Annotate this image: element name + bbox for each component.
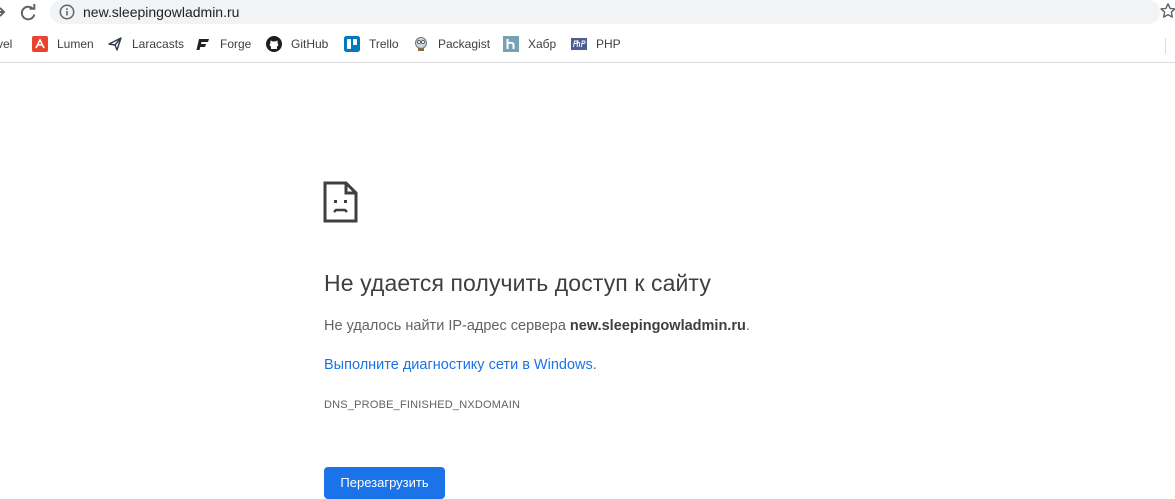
php-icon [571, 36, 587, 52]
bookmarks-divider [1165, 38, 1166, 54]
address-bar[interactable]: new.sleepingowladmin.ru [50, 0, 1160, 24]
forge-icon [195, 36, 211, 52]
bookmark-star-icon[interactable] [1159, 2, 1175, 20]
lumen-icon [32, 36, 48, 52]
bookmark-label: GitHub [291, 37, 329, 51]
browser-toolbar: new.sleepingowladmin.ru [0, 0, 1175, 26]
network-diagnostics-link[interactable]: Выполните диагностику сети в Windows [324, 357, 593, 373]
habr-icon [503, 36, 519, 52]
bookmark-label: Trello [369, 37, 399, 51]
bookmark-forge[interactable]: Forge [195, 32, 251, 56]
diagnostics-dot: . [592, 357, 597, 373]
bookmark-label: Lumen [57, 37, 94, 51]
sad-page-icon [323, 181, 358, 223]
bookmark-habr[interactable]: Хабр [503, 32, 556, 56]
bookmark-label: vel [0, 37, 13, 51]
bookmark-label: Forge [220, 37, 252, 51]
github-icon [266, 36, 282, 52]
url-text[interactable]: new.sleepingowladmin.ru [83, 3, 239, 21]
trello-icon [344, 36, 360, 52]
bookmarks-bar: vel Lumen Laracasts Forge GitHub Trello … [0, 32, 1175, 56]
bookmark-label: Хабр [528, 37, 557, 51]
bookmark-label: PHP [596, 37, 621, 51]
forward-arrow-icon[interactable] [0, 3, 10, 21]
diagnostics-line: Выполните диагностику сети в Windows. [324, 357, 597, 373]
packagist-icon [413, 36, 429, 52]
error-description: Не удалось найти IP-адрес сервера new.sl… [324, 318, 750, 334]
bookmark-label: Laracasts [132, 37, 185, 51]
bookmark-trello[interactable]: Trello [344, 32, 399, 56]
bookmark-github[interactable]: GitHub [266, 32, 328, 56]
error-host: new.sleepingowladmin.ru [569, 318, 746, 334]
reload-icon[interactable] [17, 2, 39, 24]
error-description-end: . [745, 318, 750, 334]
bookmark-packagist[interactable]: Packagist [413, 32, 490, 56]
error-description-text: Не удалось найти IP-адрес сервера [324, 318, 570, 334]
bookmark-label: Packagist [438, 37, 491, 51]
info-icon[interactable] [59, 4, 75, 20]
error-code: DNS_PROBE_FINISHED_NXDOMAIN [324, 399, 521, 411]
bookmark-lumen[interactable]: Lumen [32, 32, 94, 56]
bookmark-php[interactable]: PHP [571, 32, 621, 56]
reload-button[interactable]: Перезагрузить [324, 467, 445, 499]
toolbar-divider [0, 62, 1175, 63]
laracasts-icon [107, 36, 123, 52]
error-title: Не удается получить доступ к сайту [324, 270, 711, 296]
bookmark-laravel[interactable]: vel [0, 32, 12, 56]
bookmark-laracasts[interactable]: Laracasts [107, 32, 184, 56]
